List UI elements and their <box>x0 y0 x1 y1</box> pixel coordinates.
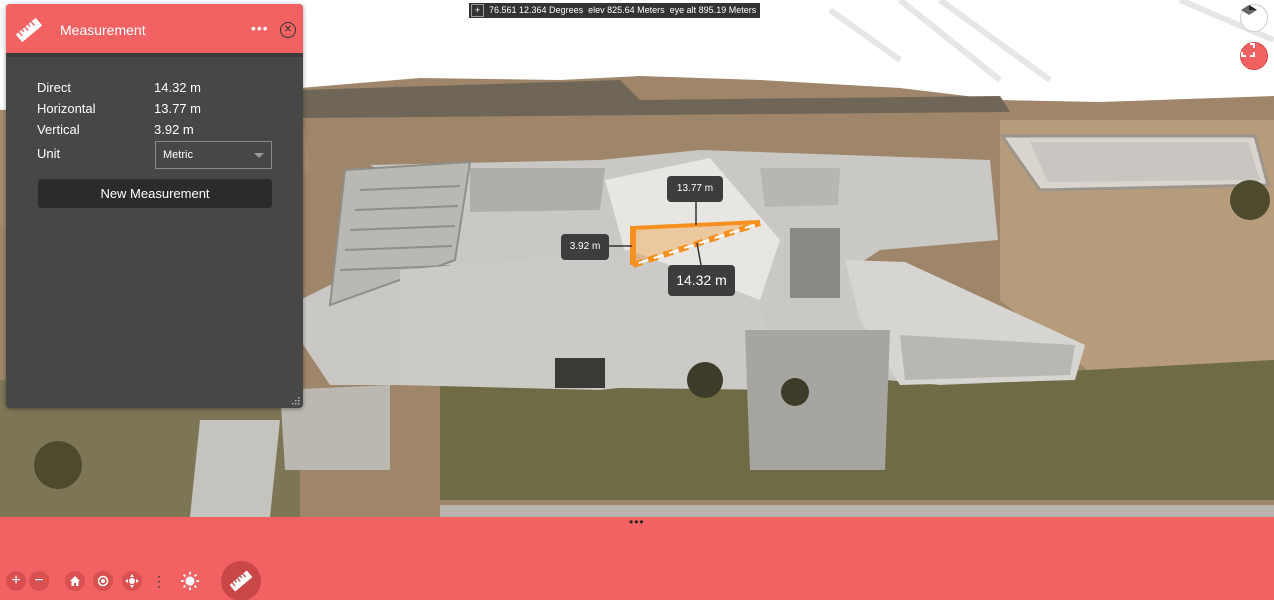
fullscreen-button[interactable] <box>1240 42 1268 70</box>
direct-value: 14.32 m <box>154 80 201 95</box>
more-icon[interactable]: ••• <box>251 21 269 35</box>
ruler-icon <box>16 18 42 42</box>
compass-button[interactable] <box>1240 4 1268 32</box>
resize-grip-icon[interactable] <box>291 396 300 405</box>
daylight-button[interactable] <box>180 571 200 591</box>
crosshair-icon[interactable]: + <box>471 4 484 17</box>
vertical-distance-label: 3.92 m <box>561 234 609 260</box>
measure-tool-button[interactable] <box>221 561 261 600</box>
coordinate-elevation: elev 825.64 Meters <box>588 5 665 15</box>
compass-icon <box>1241 5 1257 15</box>
vertical-label: Vertical <box>37 122 80 137</box>
horizontal-distance-label: 13.77 m <box>667 176 723 202</box>
close-icon[interactable]: ✕ <box>280 22 296 38</box>
panel-title: Measurement <box>60 22 146 38</box>
direct-distance-label: 14.32 m <box>668 265 735 296</box>
zoom-in-button[interactable]: + <box>6 571 26 591</box>
unit-label: Unit <box>37 146 61 161</box>
locate-button[interactable] <box>93 571 113 591</box>
zoom-out-button[interactable]: − <box>29 571 49 591</box>
unit-select-value: Metric <box>163 149 193 161</box>
fullscreen-icon <box>1241 43 1255 57</box>
new-measurement-button[interactable]: New Measurement <box>38 179 272 208</box>
sun-icon <box>180 571 200 591</box>
navigation-button[interactable] <box>122 571 142 591</box>
coordinate-readout: + 76.561 12.364 Degrees elev 825.64 Mete… <box>469 3 761 18</box>
locate-icon <box>97 575 109 587</box>
home-button[interactable] <box>65 571 85 591</box>
direct-label: Direct <box>37 80 71 95</box>
home-icon <box>70 576 80 586</box>
horizontal-value: 13.77 m <box>154 101 201 116</box>
measurement-panel: Measurement ••• ✕ Direct 14.32 m Horizon… <box>6 4 303 408</box>
panel-header: Measurement ••• ✕ <box>6 4 303 57</box>
ruler-icon <box>229 570 253 592</box>
chevron-down-icon <box>254 153 264 158</box>
more-tools-button[interactable]: ⋮ <box>149 571 169 591</box>
navigation-icon <box>125 574 139 588</box>
vertical-value: 3.92 m <box>154 122 194 137</box>
panel-handle[interactable]: ••• <box>629 516 645 528</box>
coordinate-position: 76.561 12.364 Degrees <box>489 5 584 15</box>
coordinate-eye-altitude: eye alt 895.19 Meters <box>669 5 757 15</box>
horizontal-label: Horizontal <box>37 101 96 116</box>
unit-select[interactable]: Metric <box>155 141 272 169</box>
